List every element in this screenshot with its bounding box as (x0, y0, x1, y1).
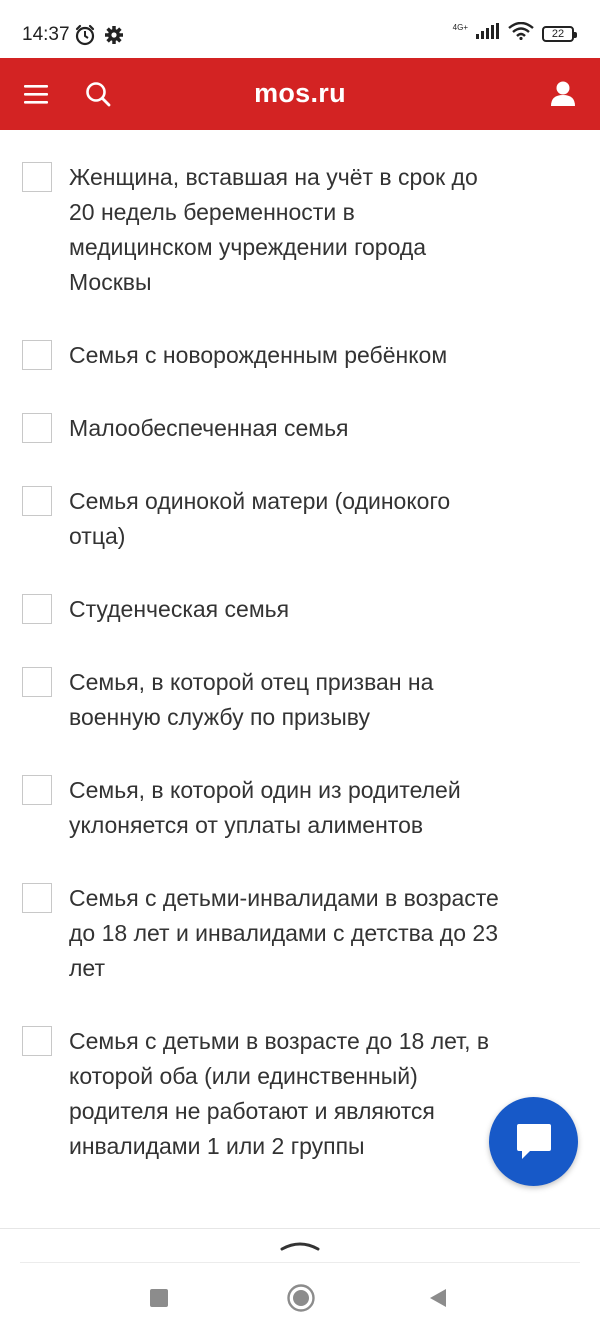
checkbox[interactable] (22, 413, 52, 443)
checkbox-label[interactable]: Семья одинокой матери (одинокого отца) (69, 488, 450, 549)
status-indicators: 4G+ 22 (452, 21, 577, 45)
recent-apps-button[interactable] (150, 1289, 168, 1307)
checkbox[interactable] (22, 1026, 52, 1056)
bottom-sheet-handle[interactable] (0, 1228, 600, 1263)
wifi-icon (508, 21, 534, 45)
checkbox-label[interactable]: Семья, в которой отец призван на военную… (69, 669, 433, 730)
checkbox[interactable] (22, 883, 52, 913)
checkbox-label[interactable]: Малообеспеченная семья (69, 415, 349, 441)
search-button[interactable] (84, 80, 112, 108)
user-icon (551, 81, 575, 106)
chat-button[interactable] (489, 1097, 578, 1186)
list-item: Семья, в которой отец призван на военную… (0, 665, 600, 735)
system-navigation-bar (0, 1263, 600, 1332)
checkbox-label[interactable]: Семья с детьми в возрасте до 18 лет, в к… (69, 1028, 489, 1159)
checkbox[interactable] (22, 162, 52, 192)
category-checklist: Женщина, вставшая на учёт в срок до 20 н… (0, 130, 600, 1228)
user-account-button[interactable] (550, 80, 576, 108)
list-item: Женщина, вставшая на учёт в срок до 20 н… (0, 160, 600, 300)
search-icon (86, 82, 111, 107)
menu-button[interactable] (22, 80, 52, 108)
gear-icon (104, 25, 124, 50)
checkbox[interactable] (22, 486, 52, 516)
network-type: 4G+ (452, 22, 468, 32)
list-item: Малообеспеченная семья (0, 411, 600, 446)
checkbox-label[interactable]: Семья с новорожденным ребёнком (69, 342, 447, 368)
list-item: Семья, в которой один из родителей уклон… (0, 773, 600, 843)
checkbox-label[interactable]: Студенческая семья (69, 596, 289, 622)
home-button[interactable] (286, 1283, 316, 1318)
status-bar: 14:37 4G+ 22 (0, 0, 600, 58)
checkbox-list: Женщина, вставшая на учёт в срок до 20 н… (0, 130, 600, 1164)
checkbox-label[interactable]: Семья, в которой один из родителей уклон… (69, 777, 461, 838)
menu-icon (24, 85, 48, 104)
checkbox[interactable] (22, 667, 52, 697)
app-header: mos.ru (0, 58, 600, 130)
back-icon (430, 1289, 446, 1307)
list-item: Студенческая семья (0, 592, 600, 627)
checkbox[interactable] (22, 340, 52, 370)
signal-icon (476, 23, 500, 44)
list-item: Семья с детьми-инвалидами в возрасте до … (0, 881, 600, 986)
checkbox[interactable] (22, 775, 52, 805)
checkbox-label[interactable]: Семья с детьми-инвалидами в возрасте до … (69, 885, 499, 981)
checkbox[interactable] (22, 594, 52, 624)
list-item: Семья одинокой матери (одинокого отца) (0, 484, 600, 554)
checkbox-label[interactable]: Женщина, вставшая на учёт в срок до 20 н… (69, 164, 478, 295)
back-button[interactable] (428, 1287, 448, 1314)
chevron-up-icon (280, 1242, 320, 1251)
battery-indicator: 22 (542, 25, 577, 42)
chat-icon (517, 1124, 551, 1159)
list-item: Семья с новорожденным ребёнком (0, 338, 600, 373)
alarm-icon (74, 24, 96, 51)
status-time: 14:37 (22, 24, 70, 45)
home-icon (287, 1284, 315, 1312)
